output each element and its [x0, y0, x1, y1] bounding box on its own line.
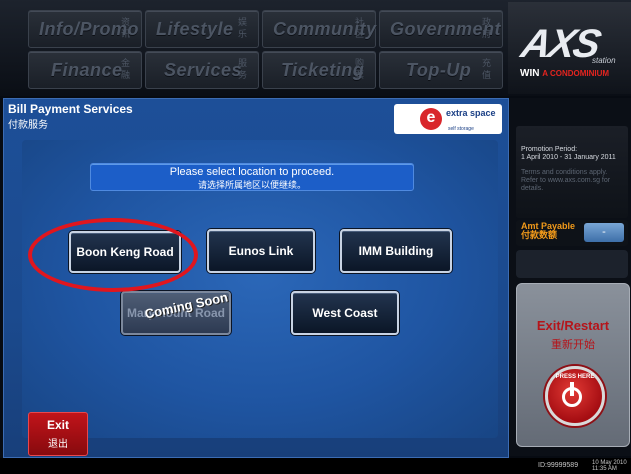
- amount-payable-box: Amt Payable 付款数额 -: [516, 220, 628, 246]
- tab-label: Lifestyle: [156, 19, 234, 39]
- promo-period-title: Promotion Period:: [521, 146, 578, 153]
- tab-label-cn: 社区: [355, 17, 365, 39]
- promo-tagline: WIN A CONDOMINIUM: [520, 68, 609, 79]
- promo-period-dates: 1 April 2010 - 31 January 2011: [521, 154, 616, 161]
- press-here-text: PRESS HERE: [555, 374, 595, 380]
- extra-space-sub: self storage: [448, 126, 474, 132]
- tab-label: Services: [164, 60, 243, 80]
- tab-label-cn: 购票: [355, 58, 365, 80]
- exit-label-cn: 退出: [48, 439, 68, 450]
- page-title-cn: 付款服务: [8, 120, 48, 131]
- terminal-id: ID:99999589: [538, 462, 579, 469]
- tab-label-cn: 娱乐: [238, 17, 248, 39]
- tab-community[interactable]: Community 社区: [262, 10, 376, 48]
- press-here-button[interactable]: PRESS HERE: [545, 366, 605, 426]
- axs-logo: AXS station WIN A CONDOMINIUM: [508, 2, 631, 94]
- extra-space-logo: e extra space self storage: [394, 104, 502, 134]
- exit-restart-label-cn: 重新开始: [551, 339, 595, 351]
- exit-restart-panel[interactable]: Exit/Restart 重新开始 PRESS HERE: [516, 283, 630, 447]
- axs-station-label: station: [592, 56, 616, 65]
- tab-label-cn: 服务: [238, 58, 248, 80]
- extra-space-e-icon: e: [420, 108, 442, 130]
- tab-lifestyle[interactable]: Lifestyle 娱乐: [145, 10, 259, 48]
- tagline-text: A CONDOMINIUM: [542, 69, 610, 78]
- power-icon-line: [570, 382, 574, 396]
- tab-label-cn: 政府: [482, 17, 492, 39]
- highlight-circle-annotation: [28, 218, 198, 292]
- tab-ticketing[interactable]: Ticketing 购票: [262, 51, 376, 89]
- tab-government[interactable]: Government 政府: [379, 10, 503, 48]
- page-title: Bill Payment Services: [8, 102, 133, 116]
- amount-payable-value: -: [584, 223, 624, 242]
- datetime: 10 May 2010 11:35 AM: [592, 460, 627, 472]
- promo-period: Promotion Period: 1 April 2010 - 31 Janua…: [521, 146, 627, 162]
- tab-label-cn: 资讯: [121, 17, 131, 39]
- tab-finance[interactable]: Finance 金融: [28, 51, 142, 89]
- tab-info-promo[interactable]: Info/Promo 资讯: [28, 10, 142, 48]
- tab-label: Finance: [51, 60, 123, 80]
- tab-label-cn: 充值: [482, 58, 492, 80]
- empty-slot: [516, 250, 628, 278]
- instruction-text-cn: 请选择所属地区以便继续。: [197, 180, 306, 190]
- promo-info-box: Promotion Period: 1 April 2010 - 31 Janua…: [516, 126, 628, 218]
- tab-services[interactable]: Services 服务: [145, 51, 259, 89]
- time-text: 11:35 AM: [592, 466, 617, 472]
- win-text: WIN: [520, 68, 540, 79]
- extra-space-wordmark: extra space: [446, 108, 496, 118]
- tab-label-cn: 金融: [121, 58, 131, 80]
- exit-button[interactable]: Exit 退出: [28, 412, 88, 456]
- tab-label: Ticketing: [281, 60, 365, 80]
- axs-wordmark: AXS: [517, 22, 604, 66]
- tab-label: Top-Up: [406, 60, 472, 80]
- location-west-coast-button[interactable]: West Coast: [291, 291, 399, 335]
- amount-payable-label: Amt Payable 付款数额: [521, 222, 575, 240]
- status-bar: ID:99999589 10 May 2010 11:35 AM: [0, 458, 631, 474]
- instruction-text: Please select location to proceed.: [169, 166, 335, 178]
- amount-label-cn: 付款数额: [521, 230, 558, 240]
- exit-restart-label: Exit/Restart: [536, 318, 610, 333]
- instruction-banner: Please select location to proceed. 请选择所属…: [90, 163, 414, 191]
- location-imm-building-button[interactable]: IMM Building: [340, 229, 452, 273]
- exit-label: Exit: [46, 418, 69, 432]
- tab-top-up[interactable]: Top-Up 充值: [379, 51, 503, 89]
- promo-terms: Terms and conditions apply. Refer to www…: [521, 169, 611, 192]
- location-eunos-link-button[interactable]: Eunos Link: [207, 229, 315, 273]
